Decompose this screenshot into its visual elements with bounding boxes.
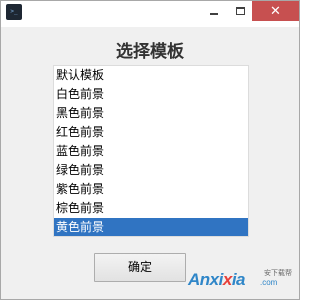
ok-button[interactable]: 确定 <box>94 253 186 282</box>
template-option[interactable]: 黑色前景 <box>54 104 248 123</box>
minimize-button[interactable] <box>201 1 227 21</box>
watermark-brand: Anxixia <box>188 270 246 289</box>
dialog-title: 选择模板 <box>116 42 184 62</box>
template-option[interactable]: 白色前景 <box>54 85 248 104</box>
title-bar[interactable]: >_ ✕ <box>1 1 299 27</box>
app-icon: >_ <box>6 4 22 20</box>
watermark-logo: Anxixia 安下载帮 .com <box>188 266 298 294</box>
template-option[interactable]: 棕色前景 <box>54 199 248 218</box>
template-option[interactable]: 红色前景 <box>54 123 248 142</box>
template-listbox[interactable]: 默认模板 白色前景 黑色前景 红色前景 蓝色前景 绿色前景 紫色前景 棕色前景 黄色前景 <box>53 65 249 237</box>
template-option[interactable]: 黄色前景 <box>54 218 248 236</box>
dialog-window: >_ ✕ 选择模板 默认模板 白色前景 黑色前景 红色前景 蓝色前景 绿色前景 紫色前景 棕色… <box>0 0 300 300</box>
minimize-icon <box>210 13 218 15</box>
close-button[interactable]: ✕ <box>252 1 299 21</box>
template-option[interactable]: 紫色前景 <box>54 180 248 199</box>
template-option[interactable]: 绿色前景 <box>54 161 248 180</box>
template-option[interactable]: 蓝色前景 <box>54 142 248 161</box>
maximize-button[interactable] <box>227 1 253 21</box>
watermark-domain: .com <box>260 278 278 287</box>
maximize-icon <box>235 7 245 15</box>
template-option[interactable]: 默认模板 <box>54 66 248 85</box>
close-icon: ✕ <box>270 3 281 19</box>
watermark-sub: 安下载帮 <box>264 270 292 277</box>
